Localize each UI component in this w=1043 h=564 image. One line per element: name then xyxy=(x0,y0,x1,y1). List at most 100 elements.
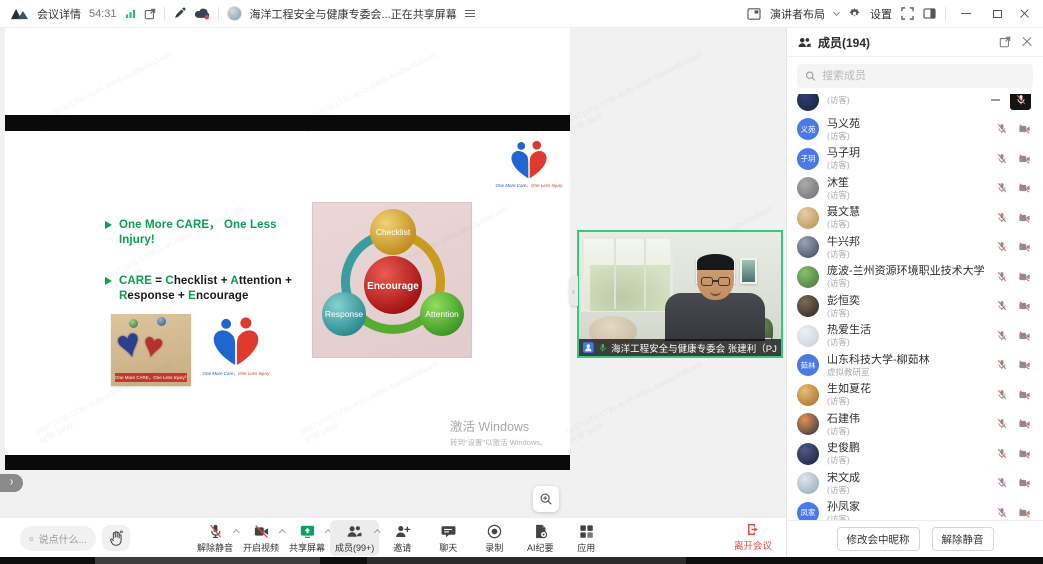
layout-icon xyxy=(747,8,761,20)
member-name: 史俊鹏 xyxy=(827,442,988,454)
member-row[interactable]: (访客) xyxy=(787,94,1043,115)
toolbar-label: 成员(99+) xyxy=(335,541,374,554)
leave-meeting-label: 离开会议 xyxy=(734,538,772,552)
member-row[interactable]: 牛兴邦(访客) xyxy=(787,233,1043,263)
member-row[interactable]: 凤家孙凤家(访客) xyxy=(787,498,1043,520)
raise-hand-icon xyxy=(109,530,123,546)
video-collapse-handle[interactable]: ‹ xyxy=(569,276,578,306)
member-avatar: 茹林 xyxy=(797,354,819,376)
speaker-video-tile[interactable]: ‹ 海洋工程安全与健康专委会 张建利（PJO xyxy=(577,230,783,358)
toolbar-record-button[interactable]: 录制 xyxy=(471,520,517,556)
zoom-in-button[interactable] xyxy=(533,486,559,512)
toolbar-invite-button[interactable]: 邀请 xyxy=(379,520,425,556)
member-row[interactable]: 生如夏花(访客) xyxy=(787,380,1043,410)
member-name: 生如夏花 xyxy=(827,383,988,395)
settings-button[interactable]: 设置 xyxy=(870,6,892,22)
member-row[interactable]: 宋文成(访客) xyxy=(787,469,1043,499)
member-info: 宋文成(访客) xyxy=(827,472,988,495)
toolbar-label: AI纪要 xyxy=(527,541,554,554)
member-avatar xyxy=(797,207,819,229)
member-role: (访客) xyxy=(827,455,988,465)
share-menu-icon[interactable] xyxy=(465,10,475,18)
window-maximize-button[interactable] xyxy=(986,5,1008,23)
rename-button[interactable]: 修改会中昵称 xyxy=(837,527,920,551)
mic-muted-icon xyxy=(996,389,1008,401)
expand-panel-button[interactable]: › xyxy=(0,474,23,492)
magnifier-plus-icon xyxy=(539,492,553,506)
toolbar-apps-button[interactable]: 应用 xyxy=(563,520,609,556)
open-in-new-icon[interactable] xyxy=(144,8,156,20)
member-status-icons xyxy=(996,389,1031,401)
watermark-text: 88471976-1736-4c45-94b6-4aa9a46a5ae0抚琴 3… xyxy=(564,359,709,446)
member-row[interactable]: 沐笙(访客) xyxy=(787,174,1043,204)
member-row[interactable]: 聂文慧(访客) xyxy=(787,203,1043,233)
member-row[interactable]: 石建伟(访客) xyxy=(787,410,1043,440)
heart-figures-icon xyxy=(506,140,552,182)
member-row[interactable]: 彭恒奕(访客) xyxy=(787,292,1043,322)
member-status-icons xyxy=(996,212,1031,224)
leave-meeting-button[interactable]: 离开会议 xyxy=(734,522,772,552)
close-panel-icon[interactable] xyxy=(1021,36,1033,48)
member-search-input[interactable] xyxy=(822,70,1025,82)
fullscreen-icon[interactable] xyxy=(901,7,914,20)
member-status-icons xyxy=(996,153,1031,165)
window-minimize-button[interactable] xyxy=(955,5,977,23)
member-role: (访客) xyxy=(827,131,988,141)
popout-panel-icon[interactable] xyxy=(999,36,1011,48)
diagram-label-response: Response xyxy=(325,309,364,319)
member-avatar xyxy=(797,295,819,317)
toolbar-label: 开启视频 xyxy=(243,541,279,554)
member-role: (访客) xyxy=(827,95,983,105)
speaker-body xyxy=(665,293,765,341)
toolbar-unmute-button[interactable]: 解除静音 xyxy=(192,520,238,556)
divider xyxy=(945,7,946,20)
toolbar-label: 邀请 xyxy=(393,541,411,554)
meeting-details-button[interactable]: 会议详情 xyxy=(37,6,81,22)
toolbar-share-screen-button[interactable]: 共享屏幕 xyxy=(284,520,330,556)
camera-off-icon xyxy=(1018,389,1031,401)
camera-off-icon xyxy=(1018,123,1031,135)
window-close-button[interactable] xyxy=(1017,6,1033,22)
member-info: 庞波-兰州资源环境职业技术大学(访客) xyxy=(827,265,988,288)
mic-muted-icon xyxy=(996,212,1008,224)
bullet-arrow-icon xyxy=(105,221,112,229)
member-row[interactable]: 庞波-兰州资源环境职业技术大学(访客) xyxy=(787,262,1043,292)
unmute-footer-button[interactable]: 解除静音 xyxy=(932,527,994,551)
member-row[interactable]: 茹林山东科技大学-柳茹林虚拟教研室 xyxy=(787,351,1043,381)
member-name: 沐笙 xyxy=(827,177,988,189)
member-row[interactable]: 子玥马子玥(访客) xyxy=(787,144,1043,174)
toolbar-label: 共享屏幕 xyxy=(289,541,325,554)
shared-slide: One More Care，One Less Injury One More C… xyxy=(5,28,570,470)
annotate-pen-icon[interactable] xyxy=(173,7,186,20)
raise-hand-button[interactable] xyxy=(102,525,130,551)
mic-active-icon xyxy=(598,343,608,353)
activation-line1: 激活 Windows xyxy=(450,416,548,435)
toolbar-ai-notes-button[interactable]: AI纪要 xyxy=(517,520,563,556)
toolbar-chat-button[interactable]: 聊天 xyxy=(425,520,471,556)
cloud-docs-icon[interactable] xyxy=(194,7,210,20)
member-row[interactable]: 热爱生活(访客) xyxy=(787,321,1043,351)
toolbar-start-video-button[interactable]: 开启视频 xyxy=(238,520,284,556)
care-heart-logo-bottom: One More Care，One Less Injury xyxy=(202,316,270,377)
member-role: (访客) xyxy=(827,426,988,436)
toolbar-members-button[interactable]: 成员(99+) xyxy=(330,520,379,556)
layout-selector[interactable]: 演讲者布局 xyxy=(770,6,825,22)
camera-off-icon xyxy=(1018,182,1031,194)
member-status-icons xyxy=(996,448,1031,460)
bullet-care-acronym: CARE = Checklist + Attention + Response … xyxy=(105,274,310,304)
mic-muted-icon xyxy=(996,182,1008,194)
member-role: (访客) xyxy=(827,337,988,347)
quick-message-input[interactable]: 说点什么... xyxy=(20,526,96,551)
member-role: (访客) xyxy=(827,278,988,288)
member-row[interactable]: 义苑马义苑(访客) xyxy=(787,115,1043,145)
toolbar-button-group: 解除静音开启视频共享屏幕成员(99+) 邀请 聊天录制 AI纪要应用 xyxy=(192,520,609,556)
bead-cluster xyxy=(157,317,166,326)
side-panel-toggle-icon[interactable] xyxy=(923,8,936,19)
app-logo-icon xyxy=(10,8,29,20)
layout-caret-icon[interactable] xyxy=(833,9,840,16)
members-icon xyxy=(797,35,812,50)
bullet-segment: CARE xyxy=(119,275,152,287)
gear-icon[interactable] xyxy=(848,7,861,20)
member-row[interactable]: 史俊鹏(访客) xyxy=(787,439,1043,469)
message-placeholder: 说点什么... xyxy=(39,531,87,546)
